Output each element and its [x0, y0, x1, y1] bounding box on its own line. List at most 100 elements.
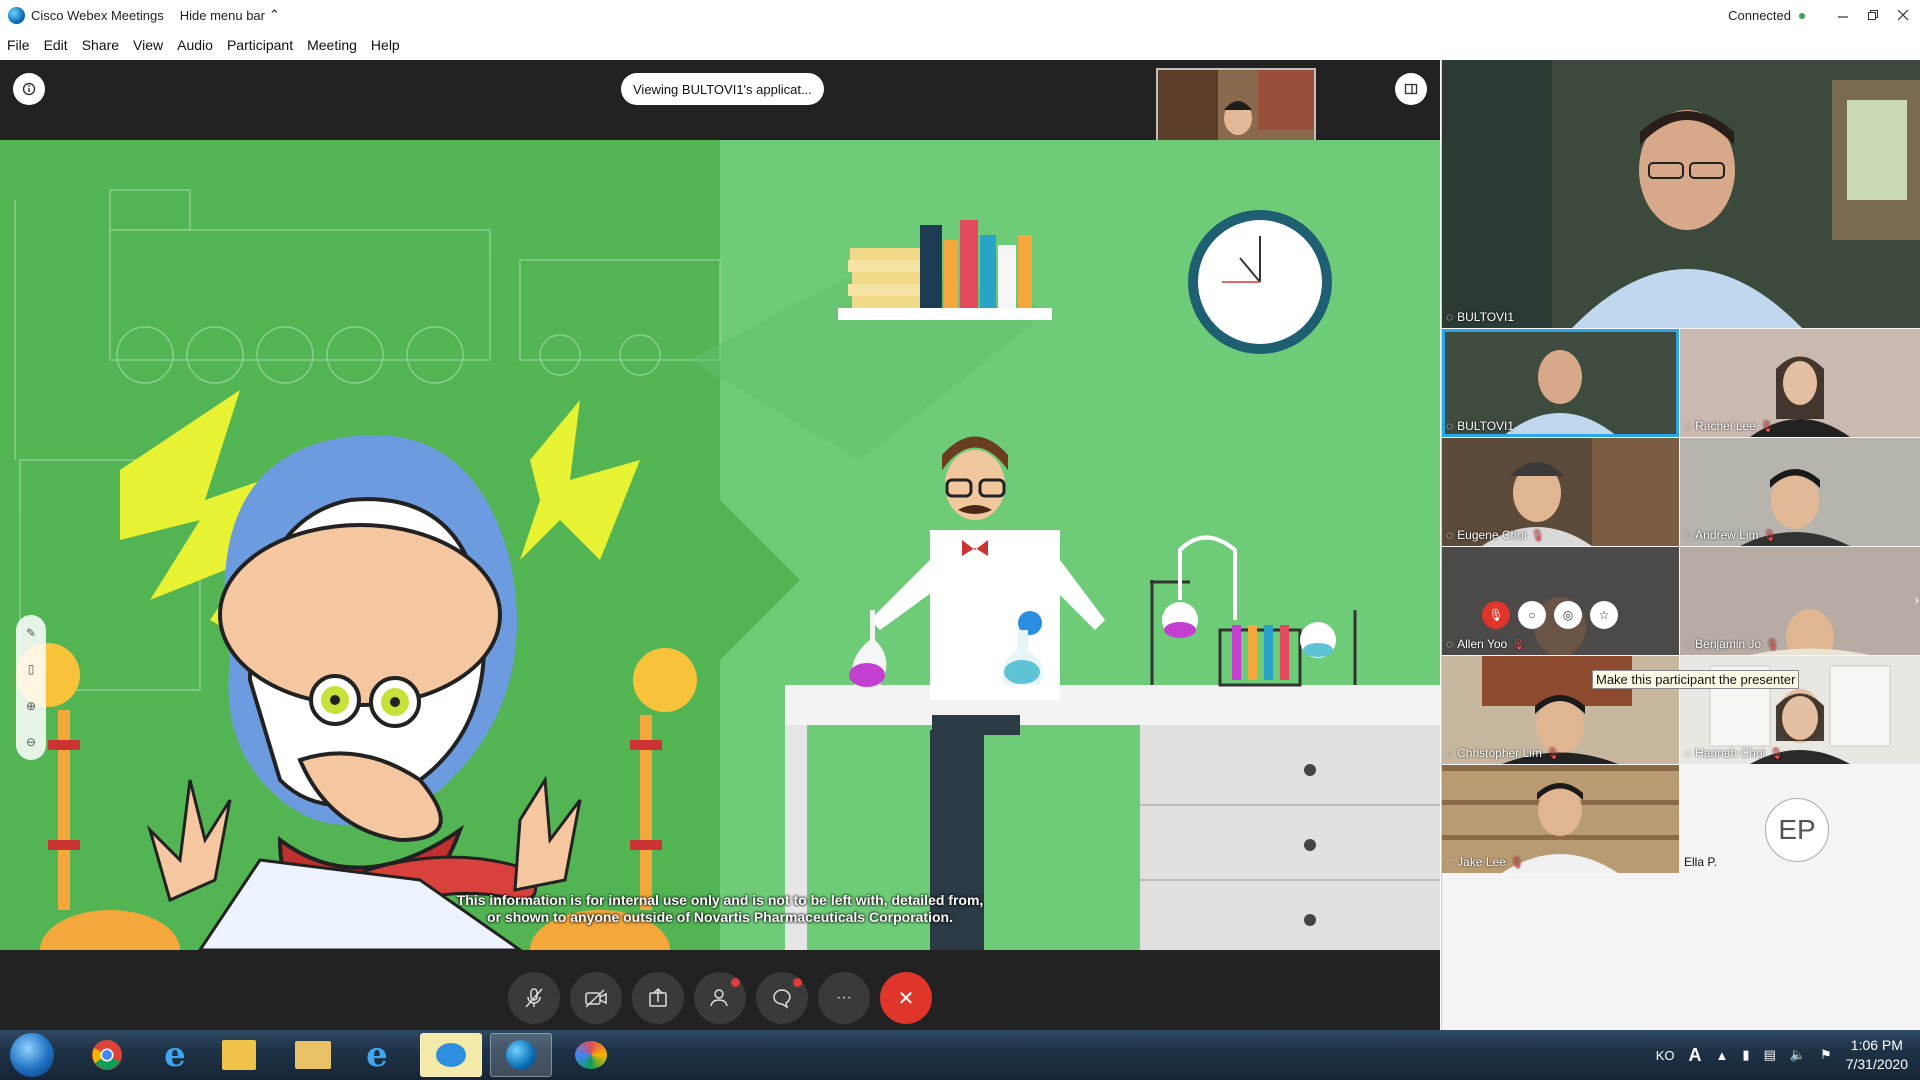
audio-icon: ◌: [1684, 746, 1692, 760]
participant-tile[interactable]: ◌ Rachel Lee 🎙: [1680, 329, 1920, 437]
zoom-in-icon[interactable]: ⊕: [26, 699, 36, 713]
meeting-info-button[interactable]: [13, 73, 45, 105]
audio-icon: ◌: [1446, 637, 1454, 651]
more-options-button[interactable]: ···: [818, 972, 870, 1024]
ie-taskbar-button[interactable]: e: [144, 1033, 206, 1077]
chrome-taskbar-button[interactable]: [76, 1033, 138, 1077]
end-meeting-button[interactable]: ✕: [880, 972, 932, 1024]
scroll-right-icon[interactable]: ›: [1914, 591, 1919, 607]
mic-muted-icon: 🎙: [1530, 529, 1545, 542]
menu-help[interactable]: Help: [364, 37, 407, 53]
participant-tile[interactable]: ◌ BULTOVI1: [1442, 329, 1679, 437]
menu-view[interactable]: View: [126, 37, 170, 53]
messenger-taskbar-button[interactable]: [420, 1033, 482, 1077]
share-button[interactable]: [632, 972, 684, 1024]
connection-dot-icon: [1799, 12, 1805, 19]
outlook-taskbar-button[interactable]: [208, 1033, 270, 1077]
chat-button[interactable]: [756, 972, 808, 1024]
menu-file[interactable]: File: [0, 37, 37, 53]
layout-toggle-button[interactable]: [1395, 73, 1427, 105]
minimize-icon: [1838, 16, 1848, 18]
participant-name: ◌ Allen Yoo 🎙: [1446, 637, 1525, 651]
paint-taskbar-button[interactable]: [560, 1033, 622, 1077]
internet-explorer-icon: e: [366, 1035, 388, 1075]
menu-audio[interactable]: Audio: [170, 37, 220, 53]
start-button[interactable]: [10, 1033, 54, 1077]
participant-tile[interactable]: ◌ Benjamin Jo 🎙 ›: [1680, 547, 1920, 655]
participants-button[interactable]: [694, 972, 746, 1024]
viewing-share-pill[interactable]: Viewing BULTOVI1's applicat...: [621, 73, 824, 105]
outlook-icon: [222, 1040, 256, 1070]
participant-name: ◌ Benjamin Jo 🎙: [1684, 637, 1779, 651]
shared-content-illustration: [14, 189, 1440, 950]
eraser-icon[interactable]: ▯: [28, 662, 35, 676]
webex-taskbar-button[interactable]: [490, 1033, 552, 1077]
chevron-up-icon: ⌃: [269, 7, 280, 22]
end-call-icon: ✕: [897, 987, 915, 1010]
participant-hover-actions: 🎙 ○ ◎ ☆: [1482, 601, 1618, 629]
participant-tile[interactable]: ◌ Jake Lee 🎙: [1442, 765, 1679, 873]
internet-explorer-icon: e: [164, 1035, 186, 1075]
system-clock[interactable]: 1:06 PM 7/31/2020: [1846, 1036, 1908, 1074]
active-speaker-video[interactable]: ◌ BULTOVI1: [1442, 60, 1920, 328]
participant-name-label: BULTOVI1: [1457, 419, 1515, 433]
paint-palette-icon: [575, 1041, 607, 1069]
participant-name-label: Benjamin Jo: [1695, 637, 1762, 651]
close-button[interactable]: [1883, 2, 1920, 28]
hide-menu-bar-button[interactable]: Hide menu bar ⌃: [180, 7, 280, 23]
presenter-tooltip: Make this participant the presenter: [1592, 670, 1800, 689]
zoom-out-icon[interactable]: ⊖: [26, 735, 36, 749]
ime-icon[interactable]: A: [1689, 1045, 1702, 1066]
windows-taskbar: e e KO A ▲ ▮ ▤ 🔈 ⚑ 1:06 PM 7/31/2020: [0, 1030, 1920, 1080]
participant-name-label: Hannah Choi: [1695, 746, 1766, 760]
video-button[interactable]: [570, 972, 622, 1024]
participant-tile[interactable]: 🎙 ○ ◎ ☆ ◌ Allen Yoo 🎙: [1442, 547, 1679, 655]
volume-icon[interactable]: 🔈: [1790, 1047, 1806, 1063]
participants-badge: [731, 978, 740, 987]
participant-name-label: Ella P.: [1684, 855, 1718, 869]
mic-muted-icon: 🎙: [1545, 747, 1560, 760]
menu-share[interactable]: Share: [75, 37, 126, 53]
clock-time: 1:06 PM: [1850, 1037, 1903, 1053]
mute-participant-icon[interactable]: 🎙: [1482, 601, 1510, 629]
hide-menu-label: Hide menu bar: [179, 7, 265, 23]
participant-name-label: Christopher Lim: [1457, 746, 1542, 760]
pen-icon[interactable]: ✎: [26, 626, 36, 640]
menu-participant[interactable]: Participant: [220, 37, 300, 53]
participant-tile[interactable]: EP Ella P.: [1680, 765, 1920, 873]
restore-icon: [1868, 10, 1878, 20]
close-icon: [1897, 9, 1909, 21]
mic-muted-icon: 🎙: [1759, 420, 1774, 433]
meeting-controls-bar: ··· ✕: [0, 950, 1440, 1030]
info-icon: [22, 82, 36, 96]
participant-name: ◌ Christopher Lim 🎙: [1446, 746, 1560, 760]
participant-tile[interactable]: ◌ Andrew Lim 🎙: [1680, 438, 1920, 546]
menu-meeting[interactable]: Meeting: [300, 37, 364, 53]
tray-expand-icon[interactable]: ▲: [1716, 1048, 1729, 1063]
participant-name: ◌ Andrew Lim 🎙: [1684, 528, 1776, 542]
input-language[interactable]: KO: [1656, 1048, 1675, 1063]
mute-button[interactable]: [508, 972, 560, 1024]
presenter-ball-icon[interactable]: ◎: [1554, 601, 1582, 629]
participant-name-label: Andrew Lim: [1695, 528, 1759, 542]
audio-icon: ◌: [1446, 528, 1454, 542]
action-center-flag-icon[interactable]: ⚑: [1820, 1047, 1832, 1063]
audio-icon: ◌: [1446, 855, 1454, 869]
device-icon[interactable]: ▮: [1742, 1047, 1749, 1063]
disclaimer-line-2: or shown to anyone outside of Novartis P…: [487, 909, 953, 925]
menu-edit[interactable]: Edit: [37, 37, 75, 53]
audio-icon: ◌: [1684, 419, 1692, 433]
mic-muted-icon: [525, 988, 543, 1008]
audio-icon: ◌: [1684, 637, 1692, 651]
share-icon: [649, 987, 667, 1007]
chat-participant-icon[interactable]: ○: [1518, 601, 1546, 629]
network-icon[interactable]: ▤: [1764, 1047, 1776, 1063]
mic-muted-icon: 🎙: [1762, 529, 1777, 542]
chat-icon: [773, 989, 791, 1009]
ie2-taskbar-button[interactable]: e: [346, 1033, 408, 1077]
participant-tile[interactable]: ◌ Eugene Choi 🎙: [1442, 438, 1679, 546]
star-icon[interactable]: ☆: [1590, 601, 1618, 629]
window-title: Cisco Webex Meetings: [31, 7, 164, 23]
explorer-taskbar-button[interactable]: [282, 1033, 344, 1077]
audio-icon: ◌: [1446, 419, 1454, 433]
